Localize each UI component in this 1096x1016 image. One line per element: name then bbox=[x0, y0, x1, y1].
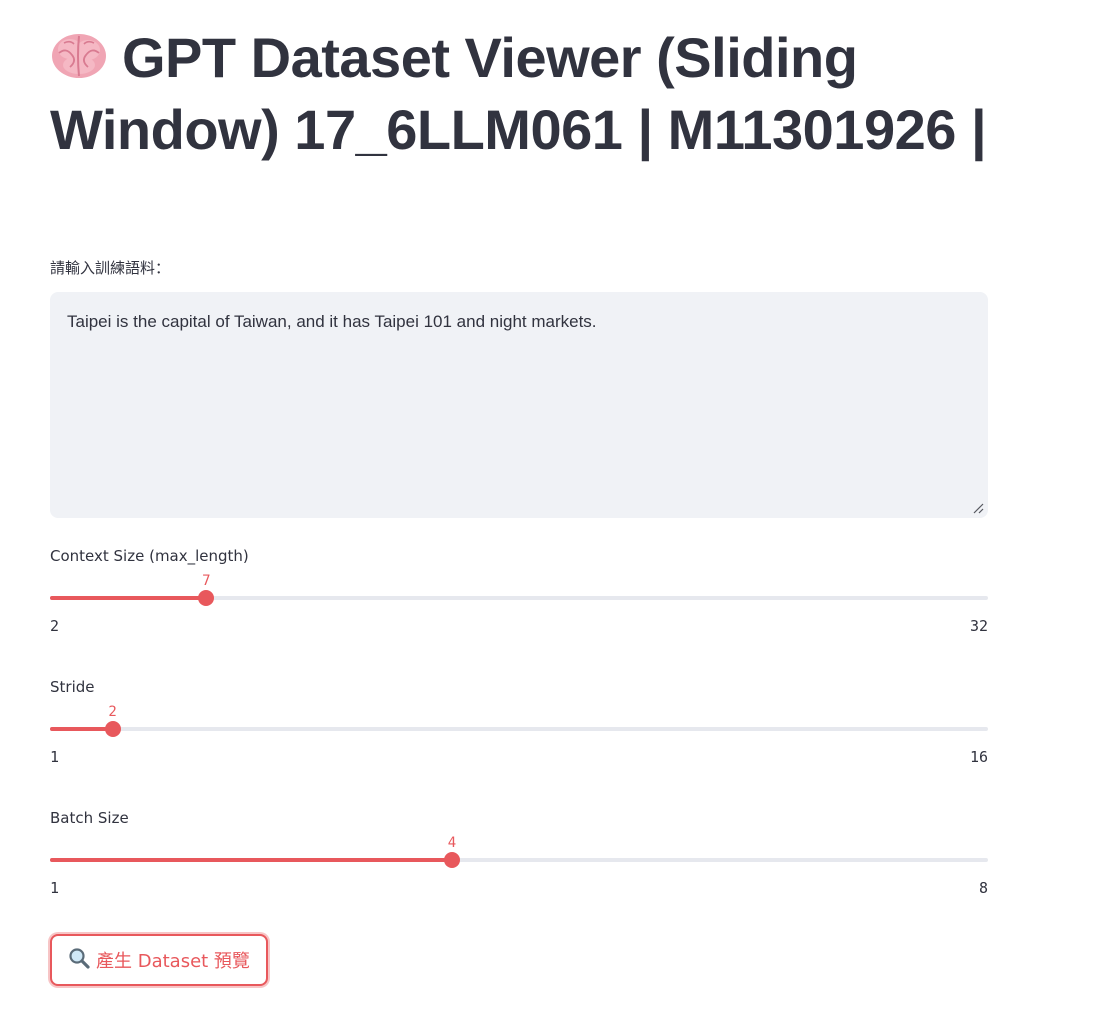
slider-value: 2 bbox=[108, 704, 117, 720]
slider-min: 1 bbox=[50, 879, 60, 897]
slider-value: 4 bbox=[447, 835, 457, 851]
generate-button-label: 產生 Dataset 預覽 bbox=[96, 951, 250, 972]
slider-thumb[interactable] bbox=[104, 721, 121, 737]
slider-track[interactable] bbox=[50, 596, 988, 600]
slider-thumb[interactable] bbox=[198, 590, 215, 606]
slider-fill bbox=[50, 596, 207, 600]
stride-slider[interactable]: 2 1 16 bbox=[50, 704, 988, 766]
slider-fill bbox=[50, 727, 113, 731]
slider-fill bbox=[50, 858, 452, 862]
batch-size-label: Batch Size bbox=[50, 809, 129, 827]
generate-dataset-button[interactable]: 產生 Dataset 預覽 bbox=[50, 934, 268, 986]
slider-thumb[interactable] bbox=[444, 852, 460, 868]
slider-min: 2 bbox=[50, 617, 60, 635]
stride-label: Stride bbox=[50, 678, 95, 696]
corpus-text: Taipei is the capital of Taiwan, and it … bbox=[67, 312, 597, 331]
slider-min: 1 bbox=[50, 748, 60, 766]
brain-icon bbox=[50, 26, 108, 78]
slider-max: 16 bbox=[969, 748, 988, 766]
corpus-textarea[interactable]: Taipei is the capital of Taiwan, and it … bbox=[50, 292, 988, 518]
slider-track[interactable] bbox=[50, 727, 988, 731]
batch-size-slider[interactable]: 4 1 8 bbox=[50, 835, 988, 897]
title-text: GPT Dataset Viewer (Sliding Window) 17_6… bbox=[50, 26, 987, 161]
resize-handle-icon[interactable] bbox=[972, 502, 984, 514]
slider-value: 7 bbox=[202, 573, 211, 589]
slider-track[interactable] bbox=[50, 858, 988, 862]
slider-max: 8 bbox=[978, 879, 988, 897]
corpus-label: 請輸入訓練語料： bbox=[50, 259, 171, 277]
magnifier-icon bbox=[68, 947, 90, 974]
context-size-slider[interactable]: 7 2 32 bbox=[50, 573, 988, 635]
context-size-label: Context Size (max_length) bbox=[50, 547, 249, 565]
main-container: GPT Dataset Viewer (Sliding Window) 17_6… bbox=[50, 0, 988, 986]
slider-max: 32 bbox=[969, 617, 988, 635]
page-title: GPT Dataset Viewer (Sliding Window) 17_6… bbox=[50, 0, 988, 166]
